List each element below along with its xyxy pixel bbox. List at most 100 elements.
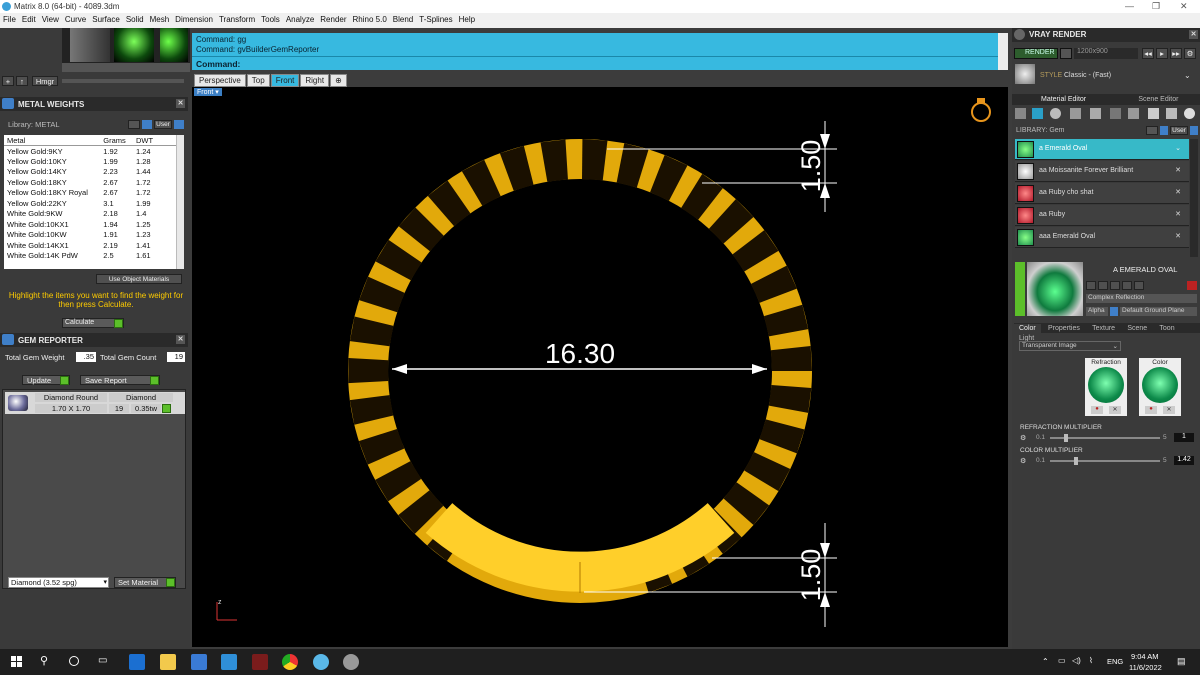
table-row[interactable]: Yellow Gold:18KY 2.67 1.72 xyxy=(4,177,176,188)
flask-icon[interactable] xyxy=(1015,108,1026,119)
next-icon[interactable]: ▸▸ xyxy=(1170,48,1182,59)
col-metal[interactable]: Metal xyxy=(4,135,101,146)
grid-icon[interactable] xyxy=(1128,108,1139,119)
tool-icon[interactable] xyxy=(1098,281,1108,290)
reflection-select[interactable]: Complex Reflection xyxy=(1086,294,1197,303)
tab-front[interactable]: Front xyxy=(270,74,300,87)
windows-start-icon[interactable] xyxy=(11,656,22,667)
preview-icon[interactable] xyxy=(1070,108,1081,119)
toolbar-slider[interactable] xyxy=(62,79,184,83)
add-tab-icon[interactable]: ⊕ xyxy=(330,74,347,87)
tab-scene-editor[interactable]: Scene Editor xyxy=(1133,95,1183,104)
tool-icon[interactable] xyxy=(1122,281,1132,290)
info-icon[interactable] xyxy=(1160,126,1168,135)
store-icon[interactable] xyxy=(191,654,207,670)
tab-scene[interactable]: Scene xyxy=(1122,324,1152,333)
volume-icon[interactable]: ◁) xyxy=(1072,656,1081,665)
checker-icon[interactable] xyxy=(1110,108,1121,119)
menu-mesh[interactable]: Mesh xyxy=(147,13,173,24)
eye-icon[interactable]: ● xyxy=(1091,406,1103,414)
menu-blend[interactable]: Blend xyxy=(390,13,416,24)
material-select[interactable]: Diamond (3.52 spg) ▾ xyxy=(8,577,109,588)
close-icon[interactable]: ✕ xyxy=(1175,188,1181,196)
info-icon[interactable] xyxy=(1190,126,1198,135)
wifi-icon[interactable]: ⌇ xyxy=(1089,656,1093,665)
thumbnail-box[interactable] xyxy=(70,28,110,62)
play-icon[interactable] xyxy=(162,404,171,413)
menu-view[interactable]: View xyxy=(39,13,62,24)
use-object-materials-button[interactable]: Use Object Materials xyxy=(96,274,182,284)
table-row[interactable]: Yellow Gold:10KY 1.99 1.28 xyxy=(4,156,176,167)
close-icon[interactable]: ✕ xyxy=(1189,30,1198,39)
menu-render[interactable]: Render xyxy=(317,13,349,24)
refraction-value[interactable]: 1 xyxy=(1174,433,1194,442)
table-row[interactable]: Yellow Gold:22KY 3.1 1.99 xyxy=(4,198,176,209)
style-thumbnail[interactable] xyxy=(1015,64,1035,84)
file-explorer-icon[interactable] xyxy=(160,654,176,670)
refraction-swatch[interactable] xyxy=(1088,367,1124,403)
col-dwt[interactable]: DWT xyxy=(132,135,176,146)
language-indicator[interactable]: ENG xyxy=(1107,657,1123,666)
edge-icon[interactable] xyxy=(129,654,145,670)
texture-icon[interactable] xyxy=(1090,108,1101,119)
close-icon[interactable]: ✕ xyxy=(1175,166,1181,174)
link-icon[interactable] xyxy=(1166,108,1177,119)
settings-icon[interactable]: ⚙ xyxy=(1184,48,1196,59)
table-row[interactable]: White Gold:10KX1 1.94 1.25 xyxy=(4,219,176,230)
thumbnail-ring[interactable] xyxy=(160,28,188,62)
tool-icon[interactable] xyxy=(1134,281,1144,290)
tab-top[interactable]: Top xyxy=(246,74,270,87)
menu-curve[interactable]: Curve xyxy=(62,13,89,24)
network-icon[interactable]: ▭ xyxy=(1058,656,1066,665)
mail-icon[interactable] xyxy=(221,654,237,670)
table-scrollbar[interactable] xyxy=(176,135,184,269)
table-row[interactable]: White Gold:10KW 1.91 1.23 xyxy=(4,230,176,241)
search-icon[interactable]: ⚲ xyxy=(40,654,48,667)
ring-icon[interactable] xyxy=(971,102,991,122)
resolution-field[interactable]: 1200x900 xyxy=(1074,48,1138,59)
task-view-icon[interactable]: ▭ xyxy=(98,655,107,666)
notifications-icon[interactable]: ▤ xyxy=(1177,656,1186,667)
clock-date[interactable]: 11/6/2022 xyxy=(1129,663,1162,672)
table-row[interactable]: White Gold:14KX1 2.19 1.41 xyxy=(4,240,176,251)
chevron-down-icon[interactable]: ⌄ xyxy=(1175,144,1181,152)
gear-icon[interactable]: ⚙ xyxy=(1020,457,1026,465)
update-button[interactable]: Update xyxy=(22,375,70,385)
tool-icon[interactable] xyxy=(1110,281,1120,290)
thumbnail-gem[interactable] xyxy=(114,28,154,62)
close-icon[interactable]: ✕ xyxy=(1163,406,1175,414)
matrix-icon[interactable] xyxy=(313,654,329,670)
app-icon[interactable] xyxy=(252,654,268,670)
menu-dimension[interactable]: Dimension xyxy=(172,13,216,24)
info-icon[interactable] xyxy=(174,120,184,129)
user-button[interactable]: User xyxy=(1170,126,1188,135)
light-icon[interactable] xyxy=(1184,108,1195,119)
table-row[interactable]: Yellow Gold:9KY 1.92 1.24 xyxy=(4,146,176,157)
chevron-down-icon[interactable]: ⌄ xyxy=(1184,71,1191,80)
menu-transform[interactable]: Transform xyxy=(216,13,258,24)
close-icon[interactable]: ✕ xyxy=(176,99,185,108)
material-item[interactable]: aa Moissanite Forever Brilliant ✕ xyxy=(1015,161,1189,182)
color-value[interactable]: 1.42 xyxy=(1174,456,1194,465)
menu-solid[interactable]: Solid xyxy=(123,13,147,24)
save-report-button[interactable]: Save Report xyxy=(80,375,160,385)
refraction-slider-handle[interactable] xyxy=(1064,434,1068,442)
material-item[interactable]: aa Ruby cho shat ✕ xyxy=(1015,183,1189,204)
transparent-select[interactable]: Transparent Image ⌄ xyxy=(1019,341,1121,351)
delete-icon[interactable] xyxy=(1187,281,1197,290)
rhino-icon[interactable] xyxy=(343,654,359,670)
hmgr-button[interactable]: Hmgr xyxy=(32,76,58,86)
library-toggle[interactable] xyxy=(128,120,140,129)
command-input[interactable]: Command: xyxy=(192,56,998,69)
info-icon[interactable] xyxy=(142,120,152,129)
user-button[interactable]: User xyxy=(154,120,172,129)
eye-icon[interactable]: ● xyxy=(1145,406,1157,414)
info-icon[interactable] xyxy=(1110,307,1118,316)
color-slider[interactable] xyxy=(1050,460,1160,462)
table-row[interactable]: White Gold:9KW 2.18 1.4 xyxy=(4,209,176,220)
menu-analyze[interactable]: Analyze xyxy=(283,13,317,24)
tab-material-editor[interactable]: Material Editor xyxy=(1036,95,1091,104)
table-row[interactable]: Yellow Gold:18KY Royal 2.67 1.72 xyxy=(4,188,176,199)
save-icon[interactable] xyxy=(1148,108,1159,119)
close-icon[interactable]: ✕ xyxy=(176,335,185,344)
